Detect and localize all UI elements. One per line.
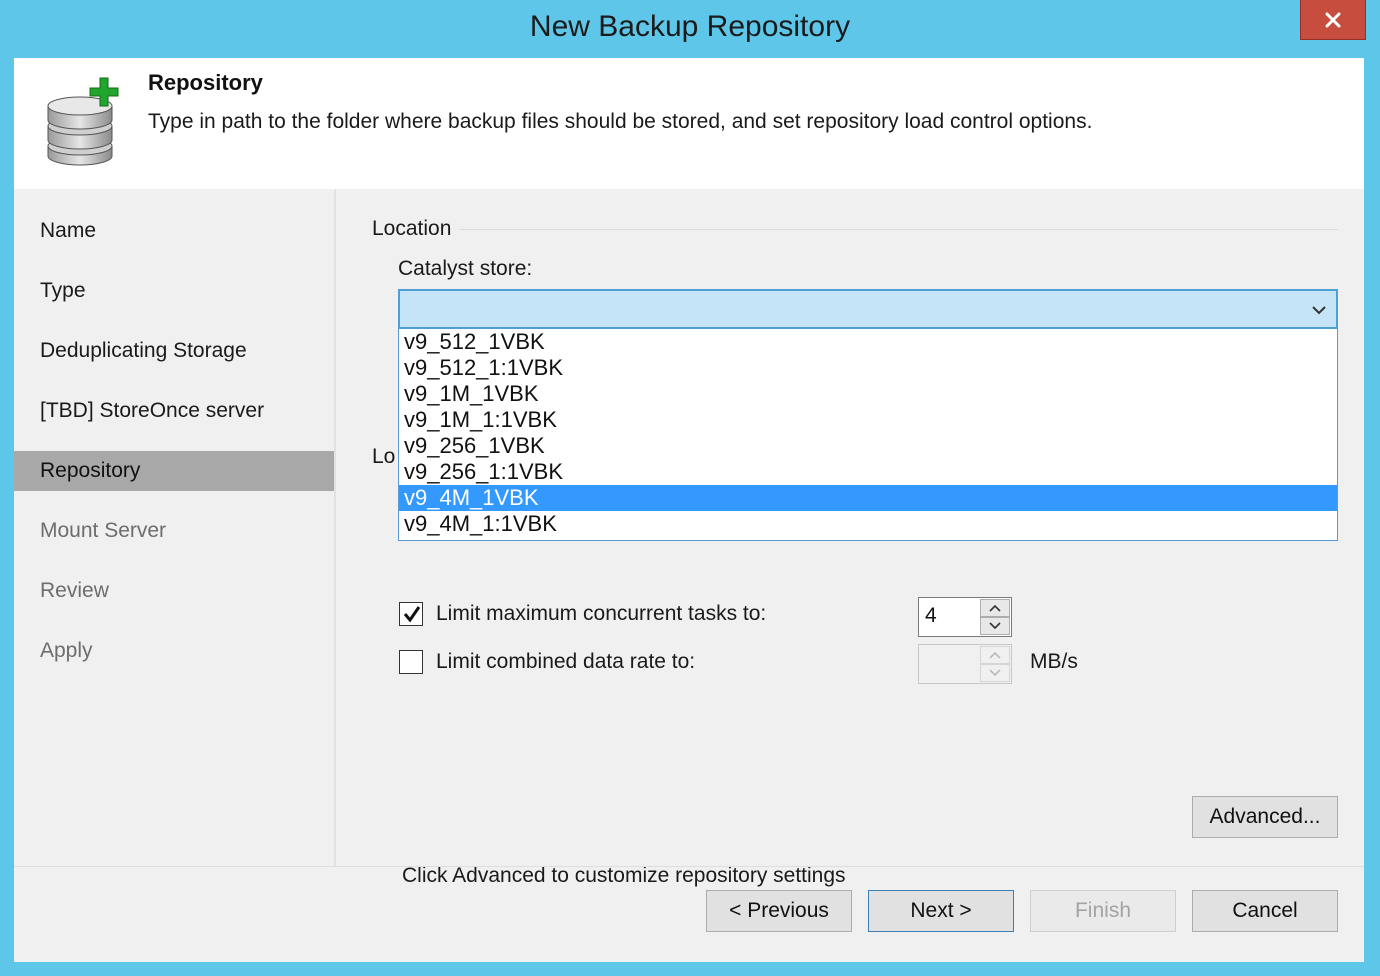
sidebar-item-type[interactable]: Type [14,271,334,311]
wizard-client-area: Repository Type in path to the folder wh… [14,58,1364,962]
catalyst-store-dropdown-list: v9_512_1VBK v9_512_1:1VBK v9_1M_1VBK v9_… [398,329,1338,541]
sidebar-item-storeonce-server[interactable]: [TBD] StoreOnce server [14,391,334,431]
sidebar-item-deduplicating-storage[interactable]: Deduplicating Storage [14,331,334,371]
advanced-button[interactable]: Advanced... [1192,796,1338,838]
data-rate-unit: MB/s [1030,650,1078,673]
wizard-window: New Backup Repository Repository Type in… [0,0,1380,976]
dropdown-option[interactable]: v9_256_1VBK [399,433,1337,459]
footer-divider [14,866,1364,867]
stepper-up-button [980,646,1010,664]
limit-rate-checkbox[interactable] [399,650,423,674]
catalyst-store-label: Catalyst store: [398,257,533,280]
sidebar-item-name[interactable]: Name [14,211,334,251]
close-icon [1325,12,1341,27]
dropdown-option-highlighted[interactable]: v9_4M_1VBK [399,485,1337,511]
chevron-down-icon [989,622,1001,630]
next-button[interactable]: Next > [868,890,1014,932]
limit-tasks-checkbox[interactable] [399,602,423,626]
page-title: Repository [148,70,263,95]
sidebar-item-mount-server: Mount Server [40,519,167,542]
data-rate-stepper [918,644,1012,684]
sidebar-item-review: Review [40,579,109,602]
window-title: New Backup Repository [529,10,851,43]
chevron-up-icon [989,651,1001,659]
dropdown-option[interactable]: v9_4M_1:1VBK [399,511,1337,537]
chevron-up-icon [989,604,1001,612]
limit-tasks-label: Limit maximum concurrent tasks to: [436,602,767,625]
dropdown-option[interactable]: v9_512_1:1VBK [399,355,1337,381]
checkmark-icon [403,606,421,623]
page-description: Type in path to the folder where backup … [148,110,1093,133]
catalyst-store-combobox[interactable] [398,289,1338,329]
location-section-label: Location [372,217,452,240]
stepper-down-button[interactable] [980,617,1010,635]
load-control-section-label: Lo [372,445,396,468]
dropdown-option[interactable]: v9_512_1VBK [399,329,1337,355]
cancel-button[interactable]: Cancel [1192,890,1338,932]
close-button[interactable] [1300,0,1366,40]
finish-button: Finish [1030,890,1176,932]
advanced-hint: Click Advanced to customize repository s… [402,864,846,887]
stepper-up-button[interactable] [980,599,1010,617]
max-tasks-value[interactable]: 4 [925,604,937,628]
stepper-down-button [980,664,1010,682]
wizard-header: Repository Type in path to the folder wh… [14,58,1364,189]
chevron-down-icon[interactable] [1310,301,1328,319]
dropdown-option[interactable]: v9_256_1:1VBK [399,459,1337,485]
dropdown-option[interactable]: v9_1M_1:1VBK [399,407,1337,433]
location-divider [460,229,1338,230]
wizard-main-panel: Location Catalyst store: Lo v9_512_1VBK … [336,189,1364,887]
chevron-down-icon [989,669,1001,677]
title-bar[interactable]: New Backup Repository [0,0,1380,58]
sidebar-item-apply: Apply [40,639,93,662]
database-add-icon [47,77,119,166]
limit-rate-label: Limit combined data rate to: [436,650,696,673]
sidebar-item-repository[interactable]: Repository [14,451,334,491]
previous-button[interactable]: < Previous [706,890,852,932]
dropdown-option[interactable]: v9_1M_1VBK [399,381,1337,407]
wizard-steps-sidebar: Name Type Deduplicating Storage [TBD] St… [14,189,336,866]
max-tasks-stepper[interactable]: 4 [918,597,1012,637]
